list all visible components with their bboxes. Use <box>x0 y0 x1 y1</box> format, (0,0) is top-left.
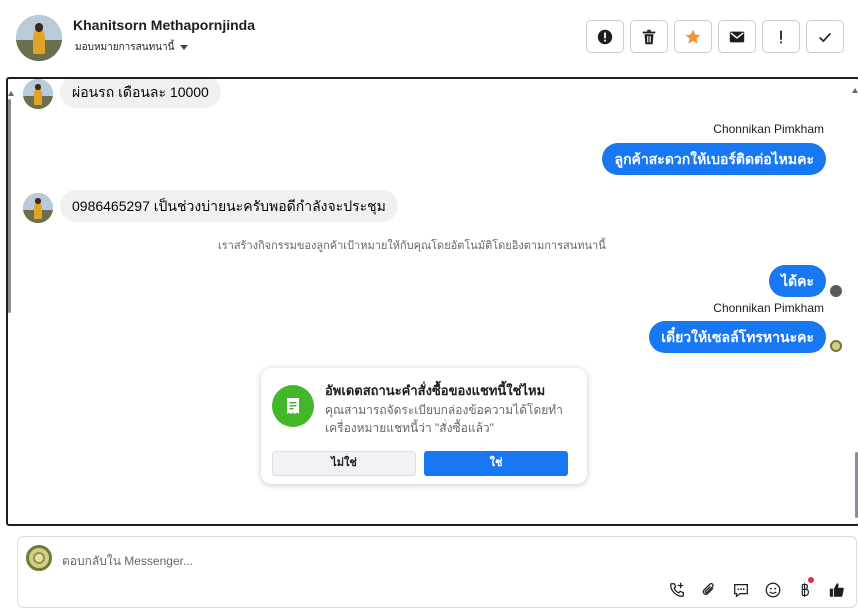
contact-avatar-small <box>23 79 53 109</box>
system-note: เราสร้างกิจกรรมของลูกค้าเป้าหมายให้กับคุ… <box>218 240 606 252</box>
saved-replies-icon[interactable] <box>732 581 750 599</box>
incoming-message[interactable]: ผ่อนรถ เดือนละ 10000 <box>60 79 221 108</box>
star-button[interactable] <box>674 20 712 53</box>
done-button[interactable] <box>806 20 844 53</box>
prompt-title: อัพเดตสถานะคำสั่งซื้อของแชทนี้ใช่ไหม <box>325 383 546 398</box>
reply-input[interactable]: ตอบกลับใน Messenger... <box>62 552 193 571</box>
chevron-down-icon <box>180 45 189 50</box>
mark-unread-button[interactable] <box>718 20 756 53</box>
seen-avatar <box>830 285 842 297</box>
sender-name: Chonnikan Pimkham <box>713 122 824 136</box>
page-avatar <box>830 340 842 352</box>
incoming-message[interactable]: 0986465297 เป็นช่วงบ่ายนะครับพอดีกำลังจะ… <box>60 190 398 222</box>
trash-icon <box>642 29 656 44</box>
composer-toolbar <box>668 577 846 599</box>
contact-name[interactable]: Khanitsorn Methapornjinda <box>73 17 255 33</box>
emoji-icon[interactable] <box>764 581 782 599</box>
follow-up-button[interactable] <box>762 20 800 53</box>
star-icon <box>685 29 701 44</box>
scrollbar-left[interactable] <box>8 99 11 313</box>
no-button[interactable]: ไม่ใช่ <box>272 451 416 476</box>
conversation-toolbar <box>586 20 844 53</box>
yes-button[interactable]: ใช่ <box>424 451 568 476</box>
conversation-header: Khanitsorn Methapornjinda มอบหมายการสนทน… <box>0 0 858 76</box>
add-call-icon[interactable] <box>668 581 686 599</box>
contact-avatar[interactable] <box>16 15 62 61</box>
prompt-body: คุณสามารถจัดระเบียบกล่องข้อความได้โดยทำเ… <box>325 403 563 435</box>
sender-name: Chonnikan Pimkham <box>713 301 824 315</box>
scroll-up-arrow[interactable] <box>8 91 14 96</box>
alert-circle-icon <box>597 29 613 44</box>
delete-button[interactable] <box>630 20 668 53</box>
reply-composer[interactable]: ตอบกลับใน Messenger... <box>17 536 857 608</box>
payment-button[interactable] <box>796 577 814 599</box>
notification-dot <box>808 577 814 583</box>
spam-button[interactable] <box>586 20 624 53</box>
page-avatar <box>26 545 52 571</box>
outgoing-message[interactable]: ได้คะ <box>768 265 826 297</box>
paperclip-icon[interactable] <box>700 581 718 599</box>
assign-conversation-dropdown[interactable]: มอบหมายการสนทนานี้ <box>75 40 189 55</box>
checkmark-icon <box>819 32 831 42</box>
baht-icon <box>801 583 809 597</box>
order-status-prompt: อัพเดตสถานะคำสั่งซื้อของแชทนี้ใช่ไหม คุณ… <box>261 368 587 484</box>
receipt-icon <box>272 385 314 427</box>
outgoing-message[interactable]: เดี๋ยวให้เซลล์โทรหานะคะ <box>649 321 826 353</box>
outgoing-message[interactable]: ลูกค้าสะดวกให้เบอร์ติดต่อไหมคะ <box>602 143 826 175</box>
thumbs-up-icon[interactable] <box>828 581 846 599</box>
scroll-up-arrow-right[interactable] <box>852 88 858 93</box>
contact-avatar-small <box>23 193 53 223</box>
exclamation-icon <box>780 30 782 43</box>
envelope-icon <box>729 31 745 42</box>
assign-label: มอบหมายการสนทนานี้ <box>75 42 175 53</box>
